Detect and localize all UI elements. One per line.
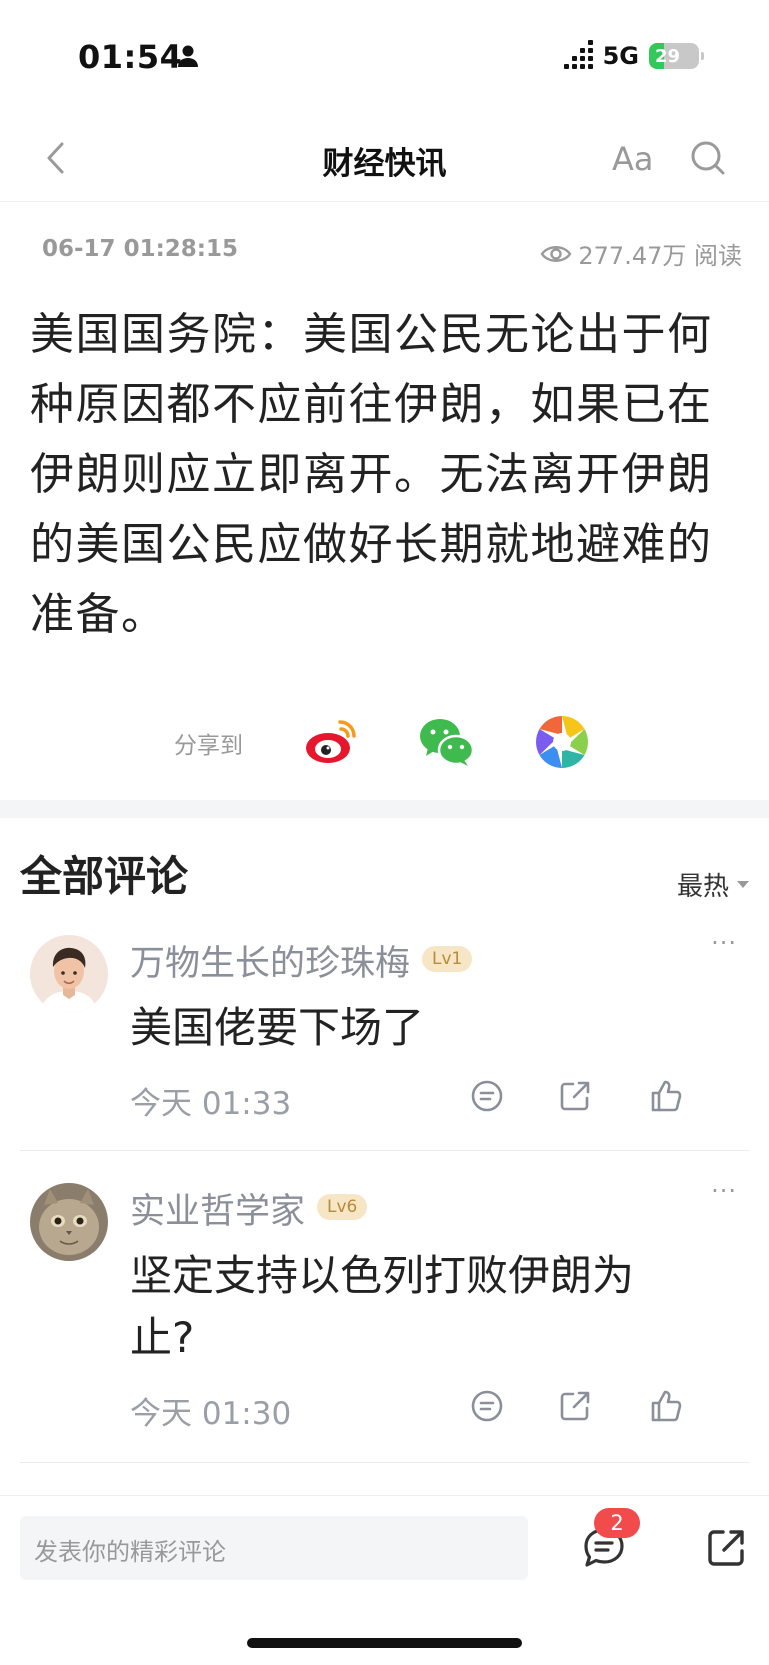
level-badge: Lv1	[422, 946, 473, 972]
like-button[interactable]	[648, 1388, 684, 1424]
comment-text: 美国佬要下场了	[130, 1003, 425, 1052]
weibo-icon[interactable]	[304, 714, 360, 770]
network-type: 5G	[602, 42, 639, 70]
section-divider	[0, 800, 769, 818]
battery-icon: 29	[649, 43, 704, 69]
comment-text: 坚定支持以色列打败伊朗为止?	[130, 1251, 635, 1362]
search-button[interactable]	[690, 140, 726, 180]
reply-button[interactable]	[469, 1388, 505, 1424]
eye-icon	[540, 245, 572, 262]
thumbs-up-icon	[651, 1390, 682, 1422]
signal-icon	[563, 40, 593, 69]
status-bar: 01:54 5G 29	[0, 0, 769, 110]
share-comment-button[interactable]	[557, 1388, 593, 1424]
wechat-icon[interactable]	[418, 714, 475, 770]
view-count: 277.47万 阅读	[540, 236, 742, 271]
share-article-button[interactable]	[704, 1526, 748, 1570]
comment-separator	[20, 1462, 749, 1463]
share-icon	[708, 1530, 744, 1566]
caret-down-icon	[737, 881, 749, 888]
sort-label: 最热	[676, 872, 729, 902]
level-badge: Lv6	[317, 1194, 368, 1220]
comment-count-badge: 2	[594, 1508, 640, 1538]
moments-icon[interactable]	[534, 714, 590, 770]
comment-time: 今天 01:30	[130, 1396, 292, 1432]
thumbs-up-icon	[651, 1080, 682, 1112]
sort-dropdown[interactable]: 最热	[677, 866, 749, 903]
reply-icon	[471, 1080, 503, 1112]
view-count-text: 277.47万 阅读	[578, 242, 742, 270]
page-title: 财经快讯	[322, 146, 447, 182]
share-row: 分享到	[0, 710, 769, 774]
comment-input-placeholder: 发表你的精彩评论	[34, 1538, 226, 1566]
comment-separator	[20, 1150, 749, 1151]
share-icon	[560, 1391, 590, 1421]
article-datetime: 06-17 01:28:15	[42, 236, 238, 262]
battery-level: 29	[655, 45, 681, 67]
more-options-button[interactable]: ···	[711, 1177, 737, 1205]
status-indicators: 5G 29	[563, 40, 704, 70]
comment-author[interactable]: 万物生长的珍珠梅 Lv1	[130, 935, 473, 986]
article-body: 美国国务院：美国公民无论出于何种原因都不应前往伊朗，如果已在伊朗则应立即离开。无…	[30, 309, 713, 640]
author-name: 实业哲学家	[130, 1192, 306, 1232]
nav-bar: 财经快讯 Aa	[0, 118, 769, 202]
more-options-button[interactable]: ···	[711, 929, 737, 957]
comment-time: 今天 01:33	[130, 1086, 292, 1122]
avatar[interactable]	[30, 1183, 108, 1261]
share-label: 分享到	[174, 733, 243, 759]
reply-icon	[471, 1390, 503, 1422]
search-icon	[691, 141, 725, 175]
author-name: 万物生长的珍珠梅	[130, 944, 411, 984]
font-size-button[interactable]: Aa	[612, 140, 654, 178]
article-meta: 06-17 01:28:15 277.47万 阅读	[42, 236, 742, 271]
like-button[interactable]	[648, 1078, 684, 1114]
comment-author[interactable]: 实业哲学家 Lv6	[130, 1183, 368, 1234]
share-comment-button[interactable]	[557, 1078, 593, 1114]
home-indicator[interactable]	[247, 1638, 522, 1648]
reply-button[interactable]	[469, 1078, 505, 1114]
share-icon	[560, 1081, 590, 1111]
comment-input[interactable]: 发表你的精彩评论	[20, 1516, 528, 1580]
avatar[interactable]	[30, 935, 108, 1013]
status-time: 01:54	[78, 38, 183, 76]
person-icon	[176, 44, 200, 72]
comments-heading: 全部评论	[20, 852, 189, 901]
